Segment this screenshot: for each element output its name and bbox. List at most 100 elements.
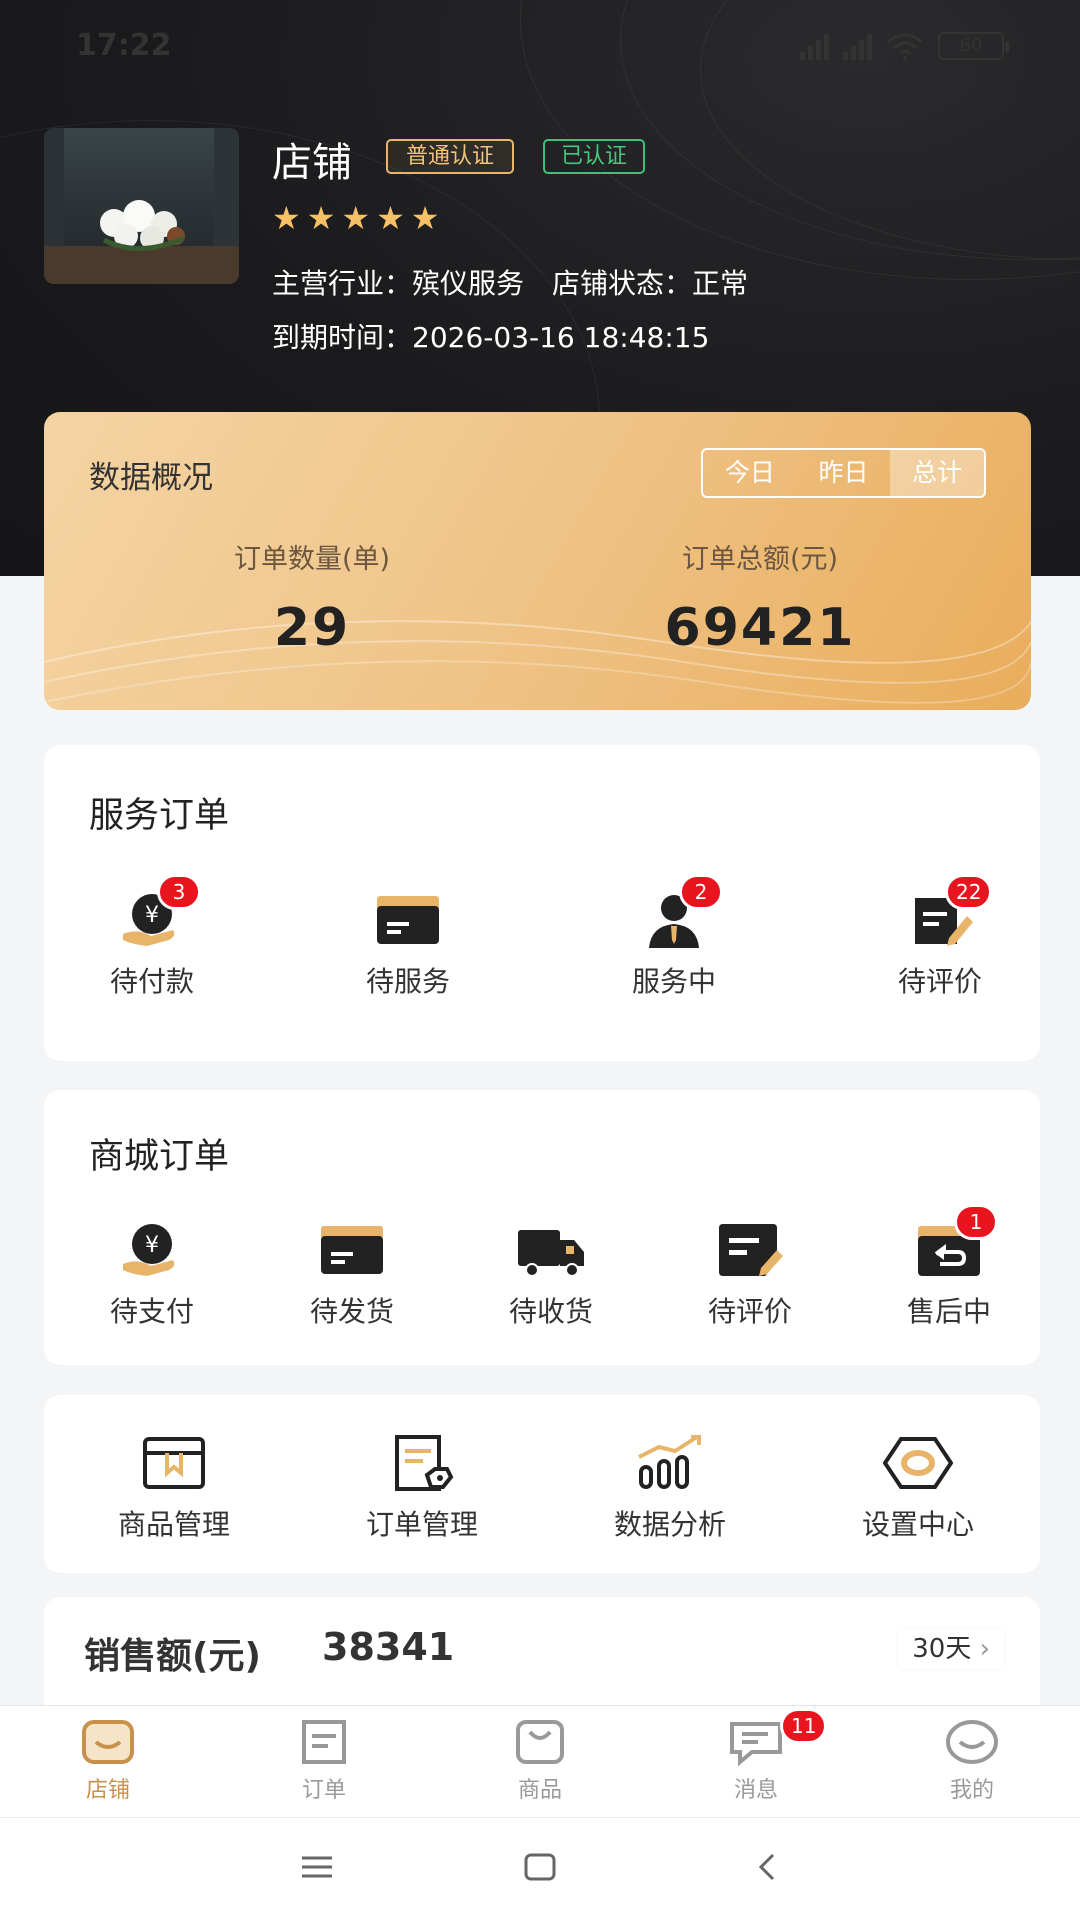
period-total[interactable]: 总计 bbox=[890, 450, 984, 496]
payment-icon: ¥ bbox=[117, 1220, 187, 1280]
service-in-progress[interactable]: 2 服务中 bbox=[594, 874, 754, 1000]
item-label: 待发货 bbox=[309, 1295, 394, 1328]
mall-pending-review[interactable]: 待评价 bbox=[670, 1220, 830, 1330]
box-icon bbox=[373, 890, 443, 950]
order-icon bbox=[296, 1718, 352, 1766]
data-overview-card: 数据概况 今日 昨日 总计 订单数量(单) 29 订单总额(元) 69421 bbox=[44, 412, 1031, 710]
tools-card: 商品管理 订单管理 数据分析 设置中心 bbox=[44, 1395, 1040, 1573]
star-icon: ★ bbox=[410, 199, 440, 237]
truck-icon bbox=[516, 1220, 586, 1280]
mall-orders-title: 商城订单 bbox=[89, 1137, 230, 1177]
back-icon[interactable] bbox=[755, 1852, 779, 1882]
order-total-stat: 订单总额(元) 69421 bbox=[600, 537, 920, 658]
star-icon: ★ bbox=[272, 199, 301, 237]
period-today[interactable]: 今日 bbox=[703, 450, 797, 496]
battery-icon: 60 bbox=[938, 32, 1009, 60]
bag-icon bbox=[512, 1718, 568, 1766]
review-icon: 22 bbox=[905, 874, 993, 950]
item-label: 订单管理 bbox=[365, 1508, 478, 1541]
tool-order-management[interactable]: 订单管理 bbox=[342, 1433, 502, 1543]
smile-icon bbox=[944, 1718, 1000, 1766]
tab-products[interactable]: 商品 bbox=[470, 1718, 610, 1804]
count-badge: 2 bbox=[679, 874, 723, 910]
status-time: 17:22 bbox=[76, 28, 172, 63]
message-badge: 11 bbox=[780, 1708, 828, 1744]
service-pending-review[interactable]: 22 待评价 bbox=[860, 874, 1020, 1000]
order-doc-icon bbox=[387, 1433, 457, 1493]
tab-profile[interactable]: 我的 bbox=[902, 1718, 1042, 1804]
tab-orders[interactable]: 订单 bbox=[254, 1718, 394, 1804]
industry-value: 殡仪服务 bbox=[412, 267, 525, 300]
item-label: 售后中 bbox=[906, 1295, 991, 1328]
product-box-icon bbox=[139, 1433, 209, 1493]
tab-label: 我的 bbox=[949, 1778, 994, 1803]
item-label: 待服务 bbox=[365, 965, 450, 998]
sales-card: 销售额(元) 38341 30天 › bbox=[44, 1597, 1040, 1707]
sales-value: 38341 bbox=[322, 1625, 455, 1669]
review-icon bbox=[715, 1220, 785, 1280]
tab-label: 商品 bbox=[517, 1778, 562, 1803]
star-icon: ★ bbox=[341, 199, 371, 237]
count-badge: 3 bbox=[157, 874, 201, 910]
expiry-label: 到期时间： bbox=[272, 321, 413, 354]
star-icon: ★ bbox=[306, 199, 336, 237]
item-label: 待支付 bbox=[109, 1295, 194, 1328]
tab-shop[interactable]: 店铺 bbox=[38, 1718, 178, 1804]
item-label: 待收货 bbox=[508, 1295, 593, 1328]
svg-text:¥: ¥ bbox=[145, 1233, 159, 1258]
message-icon: 11 bbox=[728, 1708, 828, 1767]
count-badge: 1 bbox=[954, 1204, 998, 1240]
sales-range-selector[interactable]: 30天 › bbox=[898, 1629, 1004, 1669]
wifi-icon bbox=[887, 33, 923, 60]
basic-cert-tag: 普通认证 bbox=[386, 139, 515, 174]
tab-label: 店铺 bbox=[85, 1778, 130, 1803]
mall-pending-payment[interactable]: ¥ 待支付 bbox=[72, 1220, 232, 1330]
item-label: 待评价 bbox=[897, 965, 982, 998]
industry-label: 主营行业： bbox=[272, 267, 413, 300]
service-pending-payment[interactable]: ¥ 3 待付款 bbox=[72, 874, 232, 1000]
payment-icon: ¥ 3 bbox=[117, 874, 201, 950]
status-label: 店铺状态： bbox=[552, 267, 693, 300]
period-yesterday[interactable]: 昨日 bbox=[797, 450, 891, 496]
mall-pending-shipment[interactable]: 待发货 bbox=[272, 1220, 432, 1330]
star-icon: ★ bbox=[376, 199, 405, 237]
bottom-tab-bar: 店铺 订单 商品 11 消息 我的 bbox=[0, 1705, 1080, 1817]
box-icon bbox=[317, 1220, 387, 1280]
status-bar: 17:22 60 bbox=[0, 0, 1080, 96]
expiry-line: 到期时间：2026-03-16 18:48:15 bbox=[272, 316, 709, 356]
overview-title: 数据概况 bbox=[89, 460, 213, 496]
mall-pending-receipt[interactable]: 待收货 bbox=[471, 1220, 631, 1330]
tool-settings-center[interactable]: 设置中心 bbox=[838, 1433, 998, 1543]
shop-info-line: 主营行业：殡仪服务 店铺状态：正常 bbox=[272, 262, 748, 302]
status-value: 正常 bbox=[692, 267, 749, 300]
mall-orders-card: 商城订单 ¥ 待支付 待发货 待收货 待评价 1 售后中 bbox=[44, 1090, 1040, 1365]
order-count-label: 订单数量(单) bbox=[233, 544, 391, 575]
tool-product-management[interactable]: 商品管理 bbox=[94, 1433, 254, 1543]
expiry-value: 2026-03-16 18:48:15 bbox=[412, 321, 710, 354]
order-total-label: 订单总额(元) bbox=[681, 544, 839, 575]
item-label: 商品管理 bbox=[117, 1508, 230, 1541]
item-label: 数据分析 bbox=[613, 1508, 726, 1541]
rating-stars: ★ ★ ★ ★ ★ bbox=[272, 200, 439, 236]
person-icon: 2 bbox=[639, 874, 723, 950]
shop-name: 店铺 bbox=[272, 140, 352, 186]
signal-icon bbox=[843, 32, 872, 60]
signal-icon bbox=[800, 32, 829, 60]
range-label: 30天 bbox=[912, 1634, 972, 1664]
sales-label: 销售额(元) bbox=[84, 1636, 261, 1677]
service-pending-service[interactable]: 待服务 bbox=[328, 890, 488, 1000]
shop-avatar[interactable] bbox=[44, 128, 239, 284]
item-label: 设置中心 bbox=[861, 1508, 974, 1541]
settings-hex-icon bbox=[882, 1433, 954, 1493]
tool-data-analysis[interactable]: 数据分析 bbox=[590, 1433, 750, 1543]
mall-after-sale[interactable]: 1 售后中 bbox=[869, 1204, 1029, 1330]
service-orders-card: 服务订单 ¥ 3 待付款 待服务 2 服务中 22 待评价 bbox=[44, 745, 1040, 1061]
order-count-stat: 订单数量(单) 29 bbox=[152, 537, 472, 658]
svg-text:¥: ¥ bbox=[145, 903, 159, 928]
item-label: 服务中 bbox=[631, 965, 716, 998]
tab-messages[interactable]: 11 消息 bbox=[686, 1708, 828, 1804]
menu-icon[interactable] bbox=[300, 1852, 334, 1882]
tab-label: 消息 bbox=[733, 1778, 778, 1803]
order-count-value: 29 bbox=[273, 598, 351, 658]
home-icon[interactable] bbox=[523, 1852, 557, 1882]
